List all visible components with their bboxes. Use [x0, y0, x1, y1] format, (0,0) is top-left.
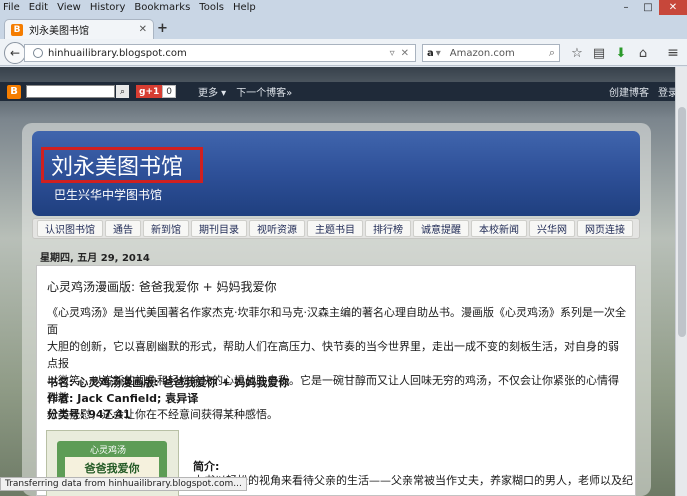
- blog-nav-tabs: 认识图书馆 通告 新到馆 期刊目录 视听资源 主题书目 排行榜 诚意提醒 本校新…: [32, 218, 640, 239]
- close-window-button[interactable]: ✕: [659, 0, 687, 15]
- tab-title: 刘永美图书馆: [29, 26, 89, 37]
- book-author-line: 作者: Jack Canfield; 袁异译: [47, 392, 199, 405]
- navigation-toolbar: ← hinhuailibrary.blogspot.com ▿ ✕ a ▾ Am…: [0, 39, 687, 66]
- menu-file[interactable]: File: [3, 2, 20, 13]
- menu-help[interactable]: Help: [233, 2, 256, 13]
- home-icon[interactable]: ⌂: [632, 44, 654, 62]
- nav-tab-reminders[interactable]: 诚意提醒: [413, 220, 469, 237]
- status-bar: Transferring data from hinhuailibrary.bl…: [0, 477, 247, 491]
- menu-view[interactable]: View: [57, 2, 81, 13]
- download-icon[interactable]: ⬇: [610, 44, 632, 62]
- blogger-navbar: B ⌕ g+1 0 更多 ▾ 下一个博客» 创建博客 登录: [0, 82, 687, 101]
- menu-bookmarks[interactable]: Bookmarks: [134, 2, 190, 13]
- nav-tab-links[interactable]: 网页连接: [577, 220, 633, 237]
- bookmarks-list-icon[interactable]: ▤: [588, 44, 610, 62]
- book-cover-brand: 心灵鸡汤: [90, 446, 127, 456]
- dropdown-arrow-icon[interactable]: ▿: [390, 48, 395, 59]
- gplus-count: 0: [162, 85, 176, 98]
- menu-history[interactable]: History: [90, 2, 126, 13]
- tab-close-icon[interactable]: ✕: [139, 24, 147, 35]
- new-tab-button[interactable]: +: [157, 21, 168, 36]
- post-body-line: 大胆的创新，它以喜剧幽默的形式，帮助人们在高压力、快节奏的当今世界里，走出一成不…: [47, 340, 619, 370]
- menu-edit[interactable]: Edit: [29, 2, 48, 13]
- nav-tab-av-resources[interactable]: 视听资源: [249, 220, 305, 237]
- gplus-button[interactable]: g+1: [136, 85, 163, 98]
- blog-search-icon[interactable]: ⌕: [116, 85, 129, 98]
- nav-tab-rankings[interactable]: 排行榜: [365, 220, 411, 237]
- blog-post: 心灵鸡汤漫画版: 爸爸我爱你 + 妈妈我爱你 《心灵鸡汤》是当代美国著名作家杰克…: [36, 265, 636, 496]
- amazon-icon[interactable]: a: [427, 48, 434, 59]
- back-arrow-icon: ←: [9, 46, 21, 60]
- url-text: hinhuailibrary.blogspot.com: [48, 47, 187, 59]
- nav-tab-school-news[interactable]: 本校新闻: [471, 220, 527, 237]
- tab-active[interactable]: B 刘永美图书馆 ✕: [4, 19, 154, 39]
- more-link[interactable]: 更多 ▾: [198, 84, 226, 99]
- create-blog-link[interactable]: 创建博客: [609, 84, 649, 99]
- blogger-logo-icon[interactable]: B: [7, 84, 21, 99]
- nav-tab-hinhua-web[interactable]: 兴华网: [529, 220, 575, 237]
- scrollbar-thumb[interactable]: [678, 107, 686, 337]
- blog-title-highlight: 刘永美图书馆: [41, 147, 203, 183]
- url-bar[interactable]: hinhuailibrary.blogspot.com ▿ ✕: [24, 44, 416, 62]
- bookmark-star-icon[interactable]: ☆: [566, 44, 588, 62]
- blog-header: 刘永美图书馆 巴生兴华中学图书馆: [32, 131, 640, 216]
- post-body-line: 《心灵鸡汤》是当代美国著名作家杰克·坎菲尔和马克·汉森主编的著名心理自助丛书。漫…: [47, 306, 626, 336]
- book-callnumber-line: 分类号: 947.41: [47, 408, 131, 421]
- maximize-button[interactable]: □: [637, 0, 659, 15]
- search-input[interactable]: Amazon.com: [450, 48, 549, 59]
- book-meta: 书名: 心灵鸡汤漫画版: 爸爸我爱你 + 妈妈我爱你 作者: Jack Canf…: [47, 375, 289, 423]
- back-button[interactable]: ←: [4, 42, 26, 64]
- blogger-favicon-icon: B: [11, 23, 23, 36]
- tab-strip: B 刘永美图书馆 ✕ +: [0, 15, 687, 39]
- blog-search-input[interactable]: [26, 85, 115, 98]
- blog-title[interactable]: 刘永美图书馆: [51, 149, 183, 181]
- menu-tools[interactable]: Tools: [199, 2, 224, 13]
- web-viewport: B ⌕ g+1 0 更多 ▾ 下一个博客» 创建博客 登录 刘永美图书馆 巴生兴…: [0, 67, 687, 496]
- globe-icon: [33, 48, 43, 58]
- search-icon[interactable]: ⌕: [549, 46, 555, 60]
- blog-description: 巴生兴华中学图书馆: [54, 188, 163, 202]
- nav-tab-periodicals[interactable]: 期刊目录: [191, 220, 247, 237]
- search-engine-dropdown-icon[interactable]: ▾: [436, 48, 441, 59]
- menu-bar: File Edit View History Bookmarks Tools H…: [0, 0, 687, 15]
- book-cover-title: 爸爸我爱你: [65, 457, 159, 479]
- hamburger-menu-icon[interactable]: ≡: [662, 44, 684, 62]
- intro-text: 本书以轻松的视角来看待父亲的生活——父亲常被当作丈夫，养家糊口的男人，老师以及纪: [193, 474, 633, 487]
- nav-tab-subject-lists[interactable]: 主题书目: [307, 220, 363, 237]
- window-controls: – □ ✕: [615, 0, 687, 15]
- search-bar[interactable]: a ▾ Amazon.com ⌕: [422, 44, 560, 62]
- post-title[interactable]: 心灵鸡汤漫画版: 爸爸我爱你 + 妈妈我爱你: [47, 278, 277, 295]
- book-title-line: 书名: 心灵鸡汤漫画版: 爸爸我爱你 + 妈妈我爱你: [47, 376, 290, 389]
- toolbar-icons: ☆ ▤ ⬇ ⌂ ≡: [566, 44, 684, 62]
- nav-tab-new-arrivals[interactable]: 新到馆: [143, 220, 189, 237]
- post-date: 星期四, 五月 29, 2014: [40, 253, 150, 264]
- minimize-button[interactable]: –: [615, 0, 637, 15]
- next-blog-link[interactable]: 下一个博客»: [236, 84, 292, 99]
- stop-icon[interactable]: ✕: [401, 48, 409, 59]
- nav-tab-notices[interactable]: 通告: [105, 220, 141, 237]
- vertical-scrollbar[interactable]: [675, 67, 687, 496]
- nav-tab-about[interactable]: 认识图书馆: [37, 220, 103, 237]
